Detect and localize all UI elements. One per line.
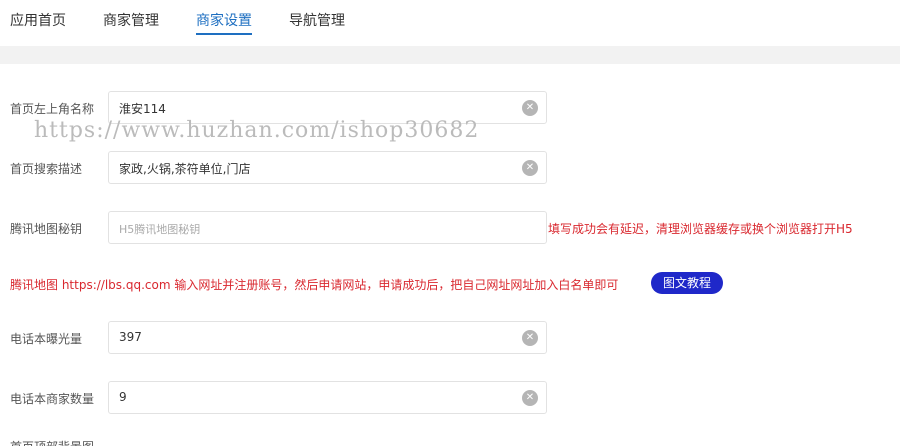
map-key-hint: 填写成功会有延迟，清理浏览器缓存或换个浏览器打开H5	[548, 222, 853, 236]
phone-merchants-input[interactable]: 9 ✕	[108, 381, 547, 414]
watermark-text: https://www.huzhan.com/ishop30682	[34, 118, 480, 143]
top-left-name-label: 首页左上角名称	[10, 102, 95, 116]
phone-merchants-value: 9	[119, 390, 127, 404]
top-background-label: 首页顶部背景图	[10, 438, 94, 446]
tutorial-button[interactable]: 图文教程	[651, 272, 724, 294]
tab-app-home[interactable]: 应用首页	[10, 10, 66, 30]
tab-merchant-management[interactable]: 商家管理	[103, 10, 159, 30]
phone-exposure-label: 电话本曝光量	[10, 332, 83, 346]
search-desc-value: 家政,火锅,茶符单位,门店	[119, 162, 251, 176]
section-divider	[0, 46, 900, 64]
search-desc-label: 首页搜索描述	[10, 162, 83, 176]
phone-merchants-label: 电话本商家数量	[10, 392, 95, 406]
map-key-input[interactable]: H5腾讯地图秘钥	[108, 211, 547, 244]
map-key-placeholder: H5腾讯地图秘钥	[119, 223, 201, 236]
clear-icon[interactable]: ✕	[522, 160, 538, 176]
phone-exposure-value: 397	[119, 330, 142, 344]
clear-icon[interactable]: ✕	[522, 330, 538, 346]
map-notice-text: 腾讯地图 https://lbs.qq.com 输入网址并注册账号，然后申请网站…	[10, 278, 619, 292]
clear-icon[interactable]: ✕	[522, 390, 538, 406]
top-left-name-value: 淮安114	[119, 102, 166, 116]
search-desc-input[interactable]: 家政,火锅,茶符单位,门店 ✕	[108, 151, 547, 184]
phone-exposure-input[interactable]: 397 ✕	[108, 321, 547, 354]
clear-icon[interactable]: ✕	[522, 100, 538, 116]
tab-merchant-settings[interactable]: 商家设置	[196, 10, 252, 35]
top-tabs: 应用首页 商家管理 商家设置 导航管理	[0, 0, 900, 46]
tab-navigation-management[interactable]: 导航管理	[289, 10, 345, 30]
map-key-label: 腾讯地图秘钥	[10, 222, 83, 236]
